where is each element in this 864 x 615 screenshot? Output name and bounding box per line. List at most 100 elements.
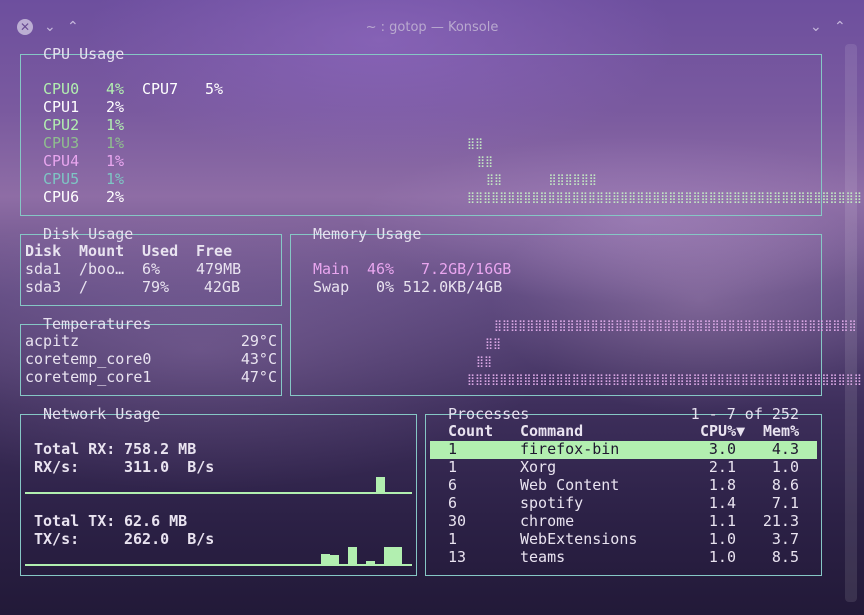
process-count: 1 — [448, 530, 458, 548]
cpu-core-name: CPU6 — [43, 188, 80, 206]
tx-sparkline-bar — [348, 547, 357, 564]
disk-header-used: Used — [142, 242, 179, 260]
process-mem: 3.7 — [771, 530, 799, 548]
rx-total-value: 758.2 MB — [124, 440, 197, 458]
proc-header-command[interactable]: Command — [520, 422, 583, 440]
temperatures-panel-title: Temperatures — [43, 315, 152, 333]
tx-sparkline-bar — [366, 561, 375, 564]
process-count: 13 — [448, 548, 467, 566]
tx-total-label: Total TX: — [34, 512, 116, 530]
disk-header-free: Free — [196, 242, 233, 260]
cpu-core-pct: 1% — [106, 152, 125, 170]
memory-panel-title: Memory Usage — [313, 225, 422, 243]
network-usage-panel: Network Usage — [20, 405, 417, 576]
memory-graph-row: ⣿⣿⣿⣿⣿⣿⣿⣿⣿⣿⣿⣿⣿⣿⣿⣿⣿⣿⣿⣿⣿⣿⣿⣿⣿⣿⣿⣿⣿⣿⣿⣿⣿⣿⣿⣿⣿⣿⣿⣿… — [494, 319, 857, 332]
disk-cell: / — [79, 278, 89, 296]
rx-rate-label: RX/s: — [34, 458, 80, 476]
rx-rate-value: 311.0 B/s — [124, 458, 215, 476]
cpu-graph-row: ⣿⣿⣿⣿⣿⣿⣿⣿⣿⣿⣿⣿⣿⣿⣿⣿⣿⣿⣿⣿⣿⣿⣿⣿⣿⣿⣿⣿⣿⣿⣿⣿⣿⣿⣿⣿⣿⣿⣿⣿… — [467, 191, 862, 204]
temp-sensor-name: coretemp_core0 — [25, 350, 152, 368]
process-command: spotify — [520, 494, 584, 512]
cpu-core-pct: 1% — [106, 134, 125, 152]
temp-sensor-value: 47°C — [240, 368, 277, 386]
disk-cell: /boo… — [79, 260, 125, 278]
cpu-core-pct: 1% — [106, 170, 125, 188]
cpu-core-pct: 5% — [205, 80, 224, 98]
disk-cell: sda1 — [25, 260, 62, 278]
process-cpu: 1.1 — [708, 512, 736, 530]
process-command: Web Content — [520, 476, 620, 494]
proc-header-cpu[interactable]: CPU%▼ — [700, 422, 745, 440]
process-mem: 8.5 — [771, 548, 799, 566]
process-cpu: 1.4 — [708, 494, 736, 512]
memory-graph-row: ⣿⣿⣿⣿⣿⣿⣿⣿⣿⣿⣿⣿⣿⣿⣿⣿⣿⣿⣿⣿⣿⣿⣿⣿⣿⣿⣿⣿⣿⣿⣿⣿⣿⣿⣿⣿⣿⣿⣿⣿… — [467, 373, 862, 386]
memory-swap-pct: 0% — [376, 278, 395, 296]
processes-panel-title: Processes — [448, 405, 530, 423]
process-command: teams — [520, 548, 566, 566]
process-mem: 4.3 — [771, 440, 799, 458]
proc-header-count[interactable]: Count — [448, 422, 493, 440]
disk-cell: 6% — [142, 260, 161, 278]
memory-swap-value: 512.0KB/4GB — [403, 278, 503, 296]
disk-cell: sda3 — [25, 278, 62, 296]
process-mem: 8.6 — [771, 476, 799, 494]
tx-rate-value: 262.0 B/s — [124, 530, 215, 548]
temp-sensor-value: 29°C — [240, 332, 277, 350]
process-cpu: 1.0 — [708, 548, 736, 566]
process-cpu: 3.0 — [708, 440, 736, 458]
memory-main-value: 7.2GB/16GB — [421, 260, 512, 278]
disk-header-disk: Disk — [25, 242, 62, 260]
tx-total-value: 62.6 MB — [124, 512, 188, 530]
window-titlebar: ✕ ⌄ ⌃ ~ : gotop — Konsole ⌄ ⌃ — [0, 16, 864, 42]
temp-sensor-name: coretemp_core1 — [25, 368, 152, 386]
tx-sparkline-bar — [384, 547, 393, 564]
window-title: ~ : gotop — Konsole — [365, 20, 499, 35]
process-mem: 7.1 — [771, 494, 799, 512]
cpu-graph-row: ⣿⣿ — [467, 137, 484, 150]
maximize-icon[interactable]: ⌃ — [834, 19, 846, 35]
cpu-graph-row: ⣿⣿ — [477, 155, 494, 168]
tx-rate-label: TX/s: — [34, 530, 80, 548]
process-mem: 21.3 — [762, 512, 799, 530]
minimize-icon[interactable]: ⌄ — [810, 19, 822, 35]
tx-sparkline-bar — [393, 547, 402, 564]
cpu-core-pct: 2% — [106, 98, 125, 116]
process-cpu: 1.0 — [708, 530, 736, 548]
cpu-core-name: CPU2 — [43, 116, 80, 134]
memory-graph-row: ⣿⣿ — [476, 355, 493, 368]
process-count: 30 — [448, 512, 467, 530]
rx-sparkline-baseline — [25, 492, 412, 494]
cpu-core-pct: 4% — [106, 80, 125, 98]
process-mem: 1.0 — [771, 458, 799, 476]
process-command: firefox-bin — [520, 440, 620, 458]
disk-cell: 42GB — [203, 278, 240, 296]
temp-sensor-value: 43°C — [240, 350, 277, 368]
memory-main-label: Main — [313, 260, 350, 278]
process-command: chrome — [520, 512, 575, 530]
cpu-core-name: CPU4 — [43, 152, 80, 170]
process-cpu: 1.8 — [708, 476, 736, 494]
rx-total-label: Total RX: — [34, 440, 116, 458]
process-command: WebExtensions — [520, 530, 638, 548]
temp-sensor-name: acpitz — [25, 332, 80, 350]
tx-sparkline-baseline — [25, 564, 412, 566]
proc-header-mem[interactable]: Mem% — [763, 422, 799, 440]
cpu-core-name: CPU0 — [43, 80, 80, 98]
rx-sparkline-bar — [376, 477, 385, 492]
cpu-core-name: CPU5 — [43, 170, 80, 188]
cpu-core-name: CPU3 — [43, 134, 80, 152]
disk-header-mount: Mount — [79, 242, 125, 260]
memory-swap-label: Swap — [313, 278, 350, 296]
cpu-core-name: CPU7 — [142, 80, 179, 98]
cpu-panel-title: CPU Usage — [43, 45, 125, 63]
network-panel-title: Network Usage — [43, 405, 161, 423]
disk-cell: 79% — [142, 278, 170, 296]
process-command: Xorg — [520, 458, 557, 476]
process-count: 6 — [448, 476, 458, 494]
process-count: 6 — [448, 494, 458, 512]
process-count: 1 — [448, 440, 458, 458]
process-count: 1 — [448, 458, 458, 476]
cpu-core-pct: 2% — [106, 188, 125, 206]
disk-panel-title: Disk Usage — [43, 225, 134, 243]
memory-graph-row: ⣿⣿ — [485, 337, 502, 350]
